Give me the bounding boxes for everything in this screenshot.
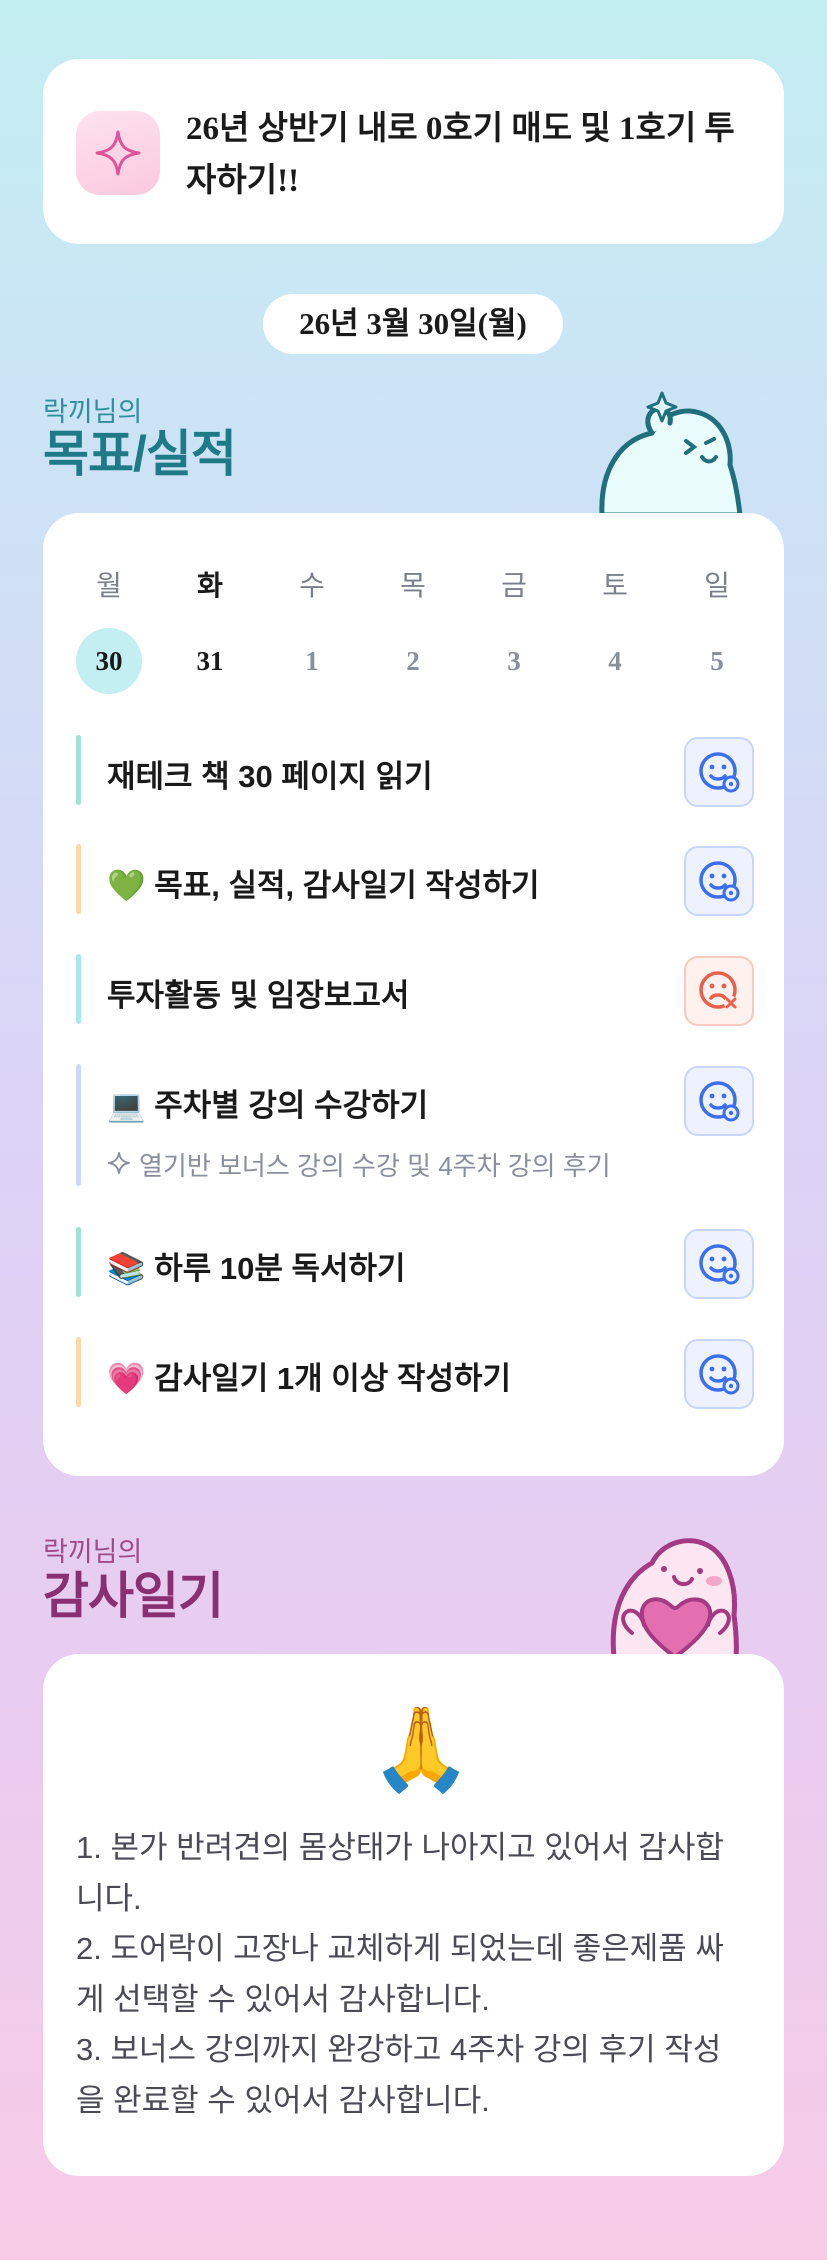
task-label: 💗 감사일기 1개 이상 작성하기 [107,1361,512,1396]
date-pill[interactable]: 26년 3월 30일(월) [263,294,563,354]
date-31[interactable]: 31 [177,628,243,694]
task-accent-bar [76,1227,81,1297]
sad-status-icon[interactable] [684,956,754,1026]
task-label: 💚 목표, 실적, 감사일기 작성하기 [107,868,540,903]
goal-card[interactable]: 26년 상반기 내로 0호기 매도 및 1호기 투자하기!! [43,59,784,244]
task-accent-bar [76,735,81,805]
thanks-line: 1. 본가 반려견의 몸상태가 나아지고 있어서 감사합 [76,1830,724,1865]
task-label: 투자활동 및 임장보고서 [107,978,410,1013]
task-item[interactable]: 💗 감사일기 1개 이상 작성하기 [76,1337,756,1409]
mascot-illustration [599,391,743,515]
date-5[interactable]: 5 [684,628,750,694]
task-sub-text: 열기반 보너스 강의 수강 및 4주차 강의 후기 [139,1151,611,1181]
date-30[interactable]: 30 [76,628,142,694]
weekday-wed: 수 [299,570,325,601]
thanks-line: 니다. [76,1881,142,1916]
weekday-mon: 월 [96,570,122,601]
task-sub-note: 열기반 보너스 강의 수강 및 4주차 강의 후기 [107,1146,611,1183]
task-label: 재테크 책 30 페이지 읽기 [107,759,433,794]
task-label: 📚 하루 10분 독서하기 [107,1251,406,1286]
task-item[interactable]: 재테크 책 30 페이지 읽기 [76,735,756,807]
thanks-line: 게 선택할 수 있어서 감사합니다. [76,1982,490,2017]
sparkle-small-icon [107,1151,131,1182]
task-accent-bar [76,1337,81,1407]
task-accent-bar [76,844,81,914]
sparkle-icon [76,111,160,195]
smile-status-icon[interactable] [684,846,754,916]
date-2[interactable]: 2 [380,628,446,694]
smile-status-icon[interactable] [684,1066,754,1136]
weekday-sun: 일 [704,570,730,601]
smile-status-icon[interactable] [684,1339,754,1409]
weekday-thu: 목 [400,570,426,601]
thanks-section-title: 감사일기 [43,1568,224,1624]
goals-section-title: 목표/실적 [43,426,237,482]
weekday-tue: 화 [197,570,223,601]
date-4[interactable]: 4 [582,628,648,694]
task-item[interactable]: 투자활동 및 임장보고서 [76,954,756,1026]
smile-status-icon[interactable] [684,1229,754,1299]
goal-text: 26년 상반기 내로 0호기 매도 및 1호기 투자하기!! [186,111,735,199]
task-accent-bar [76,954,81,1024]
task-item[interactable]: 💚 목표, 실적, 감사일기 작성하기 [76,844,756,916]
weekday-sat: 토 [602,570,628,601]
task-accent-bar [76,1064,81,1186]
date-3[interactable]: 3 [481,628,547,694]
praying-hands-icon: 🙏 [370,1704,473,1795]
task-item[interactable]: 📚 하루 10분 독서하기 [76,1227,756,1299]
heart-mascot-illustration [610,1538,739,1657]
smile-status-icon[interactable] [684,737,754,807]
date-1[interactable]: 1 [279,628,345,694]
task-item[interactable]: 💻 주차별 강의 수강하기 열기반 보너스 강의 수강 및 4주차 강의 후기 [76,1064,756,1186]
weekday-fri: 금 [501,570,527,601]
task-label: 💻 주차별 강의 수강하기 [107,1088,429,1123]
thanks-line: 3. 보너스 강의까지 완강하고 4주차 강의 후기 작성 [76,2032,722,2067]
thanks-line: 2. 도어락이 고장나 교체하게 되었는데 좋은제품 싸 [76,1931,724,1966]
thanks-line: 을 완료할 수 있어서 감사합니다. [76,2083,490,2118]
